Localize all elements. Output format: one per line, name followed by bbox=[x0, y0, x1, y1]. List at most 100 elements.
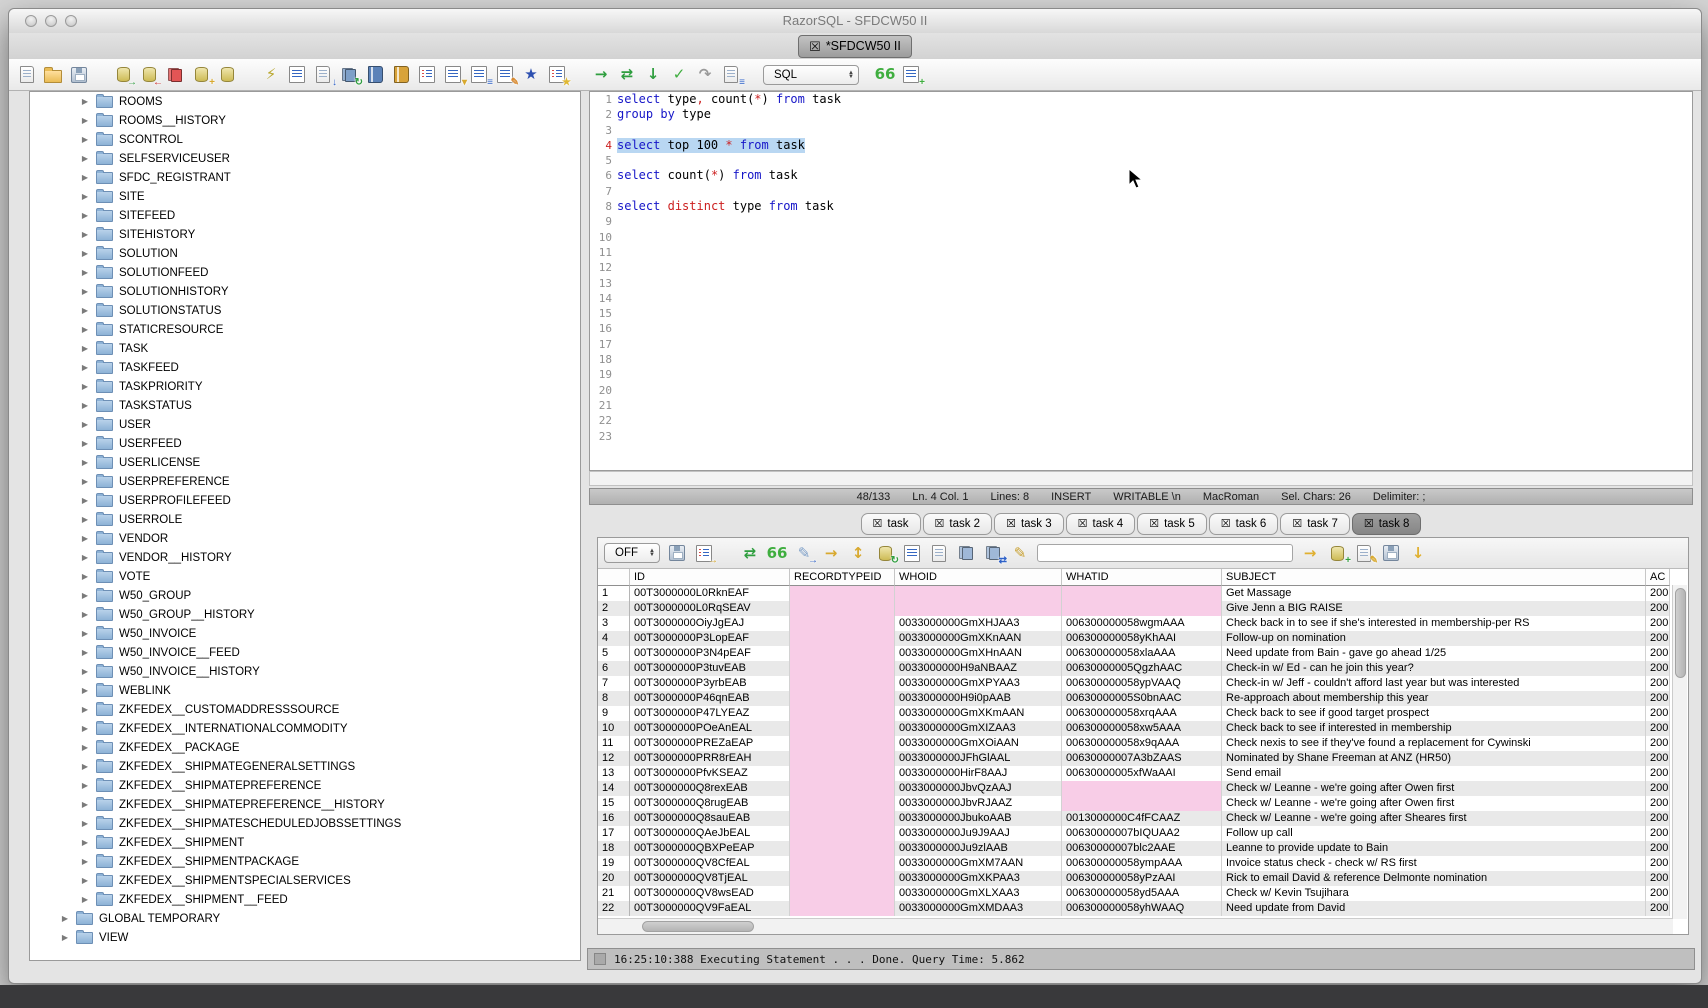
editor-line[interactable]: 14 bbox=[590, 291, 1692, 306]
table-cell[interactable] bbox=[790, 661, 895, 676]
table-cell[interactable] bbox=[790, 601, 895, 616]
table-cell[interactable]: 00T3000000QV9FaEAL bbox=[630, 901, 790, 916]
table-cell[interactable]: 00T3000000L0RqSEAV bbox=[630, 601, 790, 616]
table-cell[interactable]: 0033000000GmXKnAAN bbox=[895, 631, 1062, 646]
table-row[interactable]: 2200T3000000QV9FaEAL0033000000GmXMDAA300… bbox=[598, 901, 1688, 916]
disclosure-triangle-icon[interactable]: ▶ bbox=[80, 515, 90, 524]
tree-item[interactable]: ▶USERFEED bbox=[30, 434, 580, 453]
new-file-icon[interactable] bbox=[17, 65, 37, 85]
row-number[interactable]: 22 bbox=[598, 901, 630, 916]
column-header[interactable]: WHATID bbox=[1062, 569, 1222, 586]
book-gold-icon[interactable] bbox=[391, 65, 411, 85]
copy-connection-icon[interactable] bbox=[165, 65, 185, 85]
disconnect-icon[interactable]: ← bbox=[139, 65, 159, 85]
tree-item[interactable]: ▶W50_INVOICE__HISTORY bbox=[30, 662, 580, 681]
table-cell[interactable]: Nominated by Shane Freeman at ANZ (HR50) bbox=[1222, 751, 1646, 766]
tree-item[interactable]: ▶ZKFEDEX__SHIPMENT bbox=[30, 833, 580, 852]
tree-item[interactable]: ▶ROOMS__HISTORY bbox=[30, 111, 580, 130]
table-cell[interactable]: 0033000000JFhGlAAL bbox=[895, 751, 1062, 766]
table-cell[interactable] bbox=[895, 586, 1062, 601]
disclosure-triangle-icon[interactable]: ▶ bbox=[80, 857, 90, 866]
document-tab-close-icon[interactable]: ☒ bbox=[809, 40, 821, 53]
table-cell[interactable]: 00T3000000P3LopEAF bbox=[630, 631, 790, 646]
row-number[interactable]: 15 bbox=[598, 796, 630, 811]
table-cell[interactable]: 0013000000C4fFCAAZ bbox=[1062, 811, 1222, 826]
table-cell[interactable]: 200( bbox=[1646, 676, 1670, 691]
copy-results-icon[interactable] bbox=[956, 543, 976, 563]
table-cell[interactable]: Give Jenn a BIG RAISE bbox=[1222, 601, 1646, 616]
disclosure-triangle-icon[interactable]: ▶ bbox=[80, 743, 90, 752]
tree-item[interactable]: ▶TASK bbox=[30, 339, 580, 358]
disclosure-triangle-icon[interactable]: ▶ bbox=[80, 116, 90, 125]
editor-line[interactable]: 9 bbox=[590, 214, 1692, 229]
table-cell[interactable]: Need update from Bain - gave go ahead 1/… bbox=[1222, 646, 1646, 661]
result-tab[interactable]: ☒task 8 bbox=[1352, 513, 1422, 535]
table-cell[interactable]: 200( bbox=[1646, 901, 1670, 916]
limit-rows-select[interactable]: OFF ▲▼ bbox=[604, 543, 660, 563]
import-data-icon[interactable]: ↻ bbox=[339, 65, 359, 85]
table-cell[interactable]: 00T3000000QV8CfEAL bbox=[630, 856, 790, 871]
table-cell[interactable] bbox=[790, 646, 895, 661]
go-forward-icon[interactable]: → bbox=[591, 65, 611, 85]
editor-line[interactable]: 13 bbox=[590, 276, 1692, 291]
result-tab[interactable]: ☒task 3 bbox=[994, 513, 1064, 535]
results-hscrollbar[interactable] bbox=[598, 918, 1673, 934]
tree-item[interactable]: ▶ZKFEDEX__SHIPMENTPACKAGE bbox=[30, 852, 580, 871]
table-cell[interactable] bbox=[790, 841, 895, 856]
editor-line[interactable]: 2group by type bbox=[590, 107, 1692, 122]
editor-line[interactable]: 20 bbox=[590, 383, 1692, 398]
result-tab[interactable]: ☒task 6 bbox=[1209, 513, 1279, 535]
table-row[interactable]: 2100T3000000QV8wsEAD0033000000GmXLXAA300… bbox=[598, 886, 1688, 901]
disclosure-triangle-icon[interactable]: ▶ bbox=[80, 135, 90, 144]
editor-line[interactable]: 16 bbox=[590, 321, 1692, 336]
result-tab[interactable]: ☒task bbox=[861, 513, 921, 535]
row-number[interactable]: 8 bbox=[598, 691, 630, 706]
table-row[interactable]: 1400T3000000Q8rexEAB0033000000JbvQzAAJCh… bbox=[598, 781, 1688, 796]
results-search-input[interactable] bbox=[1037, 544, 1293, 562]
table-cell[interactable] bbox=[790, 781, 895, 796]
save-results-icon[interactable] bbox=[667, 543, 687, 563]
save-all-results-icon[interactable] bbox=[1381, 543, 1401, 563]
row-number[interactable]: 11 bbox=[598, 736, 630, 751]
table-cell[interactable]: Rick to email David & reference Delmonte… bbox=[1222, 871, 1646, 886]
table-row[interactable]: 1000T3000000POeAnEAL0033000000GmXIZAA300… bbox=[598, 721, 1688, 736]
new-note-icon[interactable]: ✎ bbox=[1354, 543, 1374, 563]
table-row[interactable]: 700T3000000P3yrbEAB0033000000GmXPYAA3006… bbox=[598, 676, 1688, 691]
table-cell[interactable] bbox=[895, 601, 1062, 616]
table-cell[interactable]: 00630000007blc2AAE bbox=[1062, 841, 1222, 856]
tree-item[interactable]: ▶TASKFEED bbox=[30, 358, 580, 377]
table-cell[interactable]: 00T3000000QV8TjEAL bbox=[630, 871, 790, 886]
disclosure-triangle-icon[interactable]: ▶ bbox=[80, 591, 90, 600]
table-cell[interactable]: 0033000000GmXIZAA3 bbox=[895, 721, 1062, 736]
disclosure-triangle-icon[interactable]: ▶ bbox=[80, 458, 90, 467]
table-cell[interactable]: 006300000058xrqAAA bbox=[1062, 706, 1222, 721]
table-row[interactable]: 2000T3000000QV8TjEAL0033000000GmXKPAA300… bbox=[598, 871, 1688, 886]
download-results-icon[interactable]: ↓ bbox=[1408, 543, 1428, 563]
format-sql-icon[interactable]: ≡ bbox=[469, 65, 489, 85]
tree-item[interactable]: ▶ROOMS bbox=[30, 92, 580, 111]
table-cell[interactable]: 00T3000000L0RknEAF bbox=[630, 586, 790, 601]
tree-item[interactable]: ▶VENDOR bbox=[30, 529, 580, 548]
table-editor-icon[interactable]: ★ bbox=[547, 65, 567, 85]
table-cell[interactable]: Need update from David bbox=[1222, 901, 1646, 916]
favorites-icon[interactable]: ★ bbox=[521, 65, 541, 85]
go-down-icon[interactable]: ↓ bbox=[643, 65, 663, 85]
table-cell[interactable]: 00T3000000P3yrbEAB bbox=[630, 676, 790, 691]
disclosure-triangle-icon[interactable]: ▶ bbox=[80, 306, 90, 315]
table-row[interactable]: 200T3000000L0RqSEAVGive Jenn a BIG RAISE… bbox=[598, 601, 1688, 616]
table-cell[interactable]: Check back in to see if she's interested… bbox=[1222, 616, 1646, 631]
view-row-icon[interactable]: 66 bbox=[767, 543, 787, 563]
disclosure-triangle-icon[interactable]: ▶ bbox=[80, 667, 90, 676]
table-cell[interactable]: 006300000058x9qAAA bbox=[1062, 736, 1222, 751]
table-cell[interactable]: Check back to see if good target prospec… bbox=[1222, 706, 1646, 721]
table-cell[interactable]: 0033000000JbvRJAAZ bbox=[895, 796, 1062, 811]
tree-item[interactable]: ▶SITEFEED bbox=[30, 206, 580, 225]
select-statement-icon[interactable] bbox=[287, 65, 307, 85]
table-cell[interactable] bbox=[790, 826, 895, 841]
disclosure-triangle-icon[interactable]: ▶ bbox=[80, 477, 90, 486]
refresh-icon[interactable]: ⇄ bbox=[617, 65, 637, 85]
table-cell[interactable] bbox=[1062, 781, 1222, 796]
editor-line[interactable]: 4select top 100 * from task bbox=[590, 138, 1692, 153]
table-cell[interactable]: 0033000000Ju9J9AAJ bbox=[895, 826, 1062, 841]
table-cell[interactable] bbox=[790, 706, 895, 721]
